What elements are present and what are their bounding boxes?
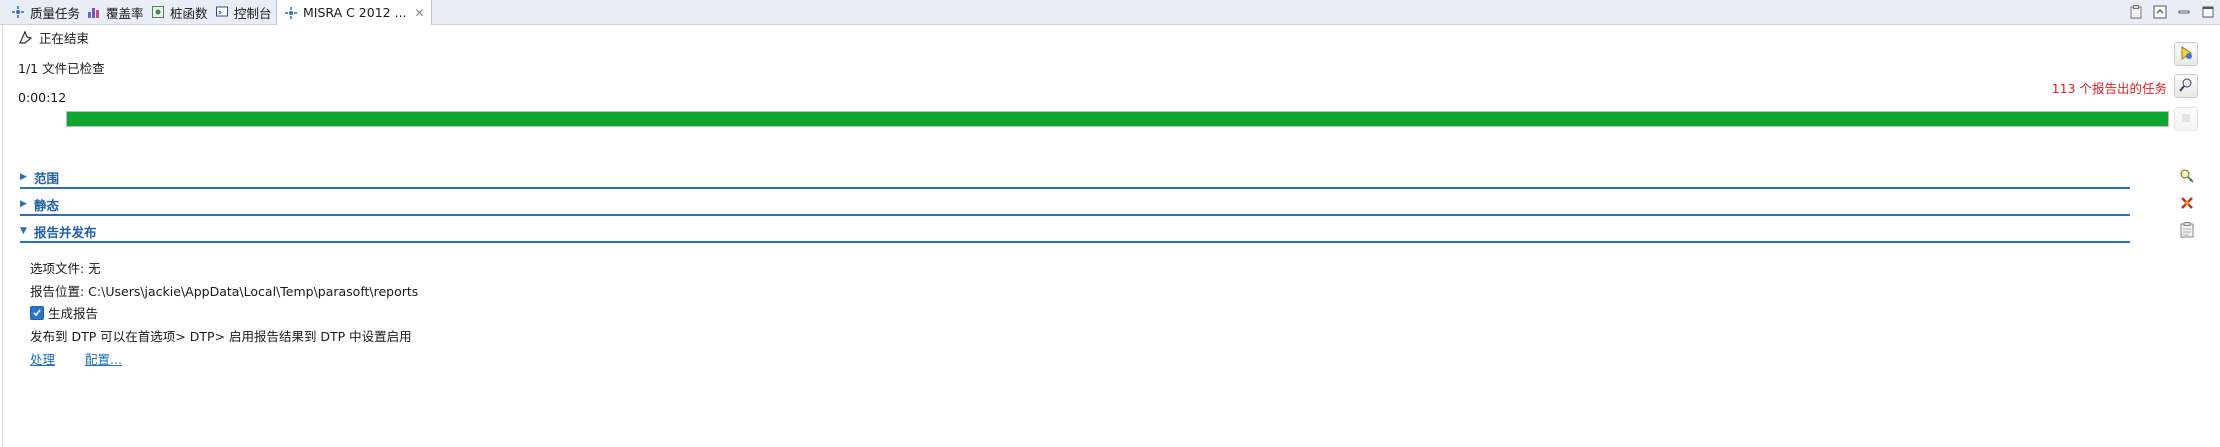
tab-label: MISRA C 2012 ... xyxy=(303,5,407,20)
stop-button[interactable] xyxy=(2174,107,2198,131)
coverage-icon xyxy=(86,4,102,20)
stub-icon xyxy=(150,4,166,20)
tab-console[interactable]: 控制台 xyxy=(208,0,278,24)
report-location-text: 报告位置: C:\Users\jackie\AppData\Local\Temp… xyxy=(30,284,419,299)
tab-misra[interactable]: MISRA C 2012 ... ✕ xyxy=(276,0,432,25)
status-row: 正在结束 xyxy=(18,28,89,47)
tab-coverage[interactable]: 覆盖率 xyxy=(80,0,150,24)
run-icon xyxy=(2178,45,2194,64)
files-checked-row: 1/1 文件已检查 xyxy=(18,58,105,77)
clipboard-icon[interactable] xyxy=(2128,4,2144,20)
status-text: 正在结束 xyxy=(39,31,90,46)
generate-report-checkbox[interactable] xyxy=(30,305,44,320)
section-static[interactable]: ▶ 静态 xyxy=(20,194,2130,216)
files-checked-text: 1/1 文件已检查 xyxy=(18,61,105,76)
elapsed-row: 0:00:12 xyxy=(18,90,66,105)
generate-report-label: 生成报告 xyxy=(48,306,99,321)
progress-fill xyxy=(67,112,2168,126)
tab-label: 控制台 xyxy=(234,5,272,21)
tab-label: 质量任务 xyxy=(30,5,81,21)
tab-quality-tasks[interactable]: 质量任务 xyxy=(4,0,86,24)
section-label: 报告并发布 xyxy=(34,224,97,240)
tab-label: 覆盖率 xyxy=(106,5,144,21)
maximize-icon[interactable] xyxy=(2200,4,2216,20)
restore-icon[interactable] xyxy=(2152,4,2168,20)
elapsed-time: 0:00:12 xyxy=(18,90,67,105)
reported-tasks-link[interactable]: 113 个报告出的任务 xyxy=(2052,78,2167,97)
misra-icon xyxy=(283,5,299,21)
section-label: 静态 xyxy=(34,197,60,213)
run-button[interactable] xyxy=(2174,42,2198,66)
minimize-icon[interactable] xyxy=(2176,4,2192,20)
progress-bar xyxy=(66,111,2169,127)
quality-tasks-icon xyxy=(10,4,26,20)
chevron-down-icon: ▼ xyxy=(20,226,27,236)
key-search-icon[interactable] xyxy=(2178,167,2196,185)
search-tasks-button[interactable] xyxy=(2174,74,2198,98)
tab-stubs[interactable]: 桩函数 xyxy=(144,0,214,24)
chevron-right-icon: ▶ xyxy=(20,199,27,209)
process-link[interactable]: 处理 xyxy=(30,352,55,367)
dtp-note-text: 发布到 DTP 可以在首选项> DTP> 启用报告结果到 DTP 中设置启用 xyxy=(30,329,412,344)
rules-icon[interactable] xyxy=(2178,194,2196,212)
section-label: 范围 xyxy=(34,170,60,186)
section-report-publish[interactable]: ▼ 报告并发布 xyxy=(20,221,2130,243)
links-row: 处理 配置... xyxy=(30,349,122,368)
stop-icon xyxy=(2179,111,2193,128)
options-file-text: 选项文件: 无 xyxy=(30,261,101,276)
generate-report-row[interactable]: 生成报告 xyxy=(30,303,98,322)
view-tab-bar: 质量任务 覆盖率 桩函数 控制台 MISRA C 2012 ... ✕ xyxy=(0,0,2220,25)
tab-label: 桩函数 xyxy=(170,5,208,21)
section-scope[interactable]: ▶ 范围 xyxy=(20,167,2130,189)
chevron-right-icon: ▶ xyxy=(20,172,27,182)
configure-link[interactable]: 配置... xyxy=(85,352,122,367)
finishing-icon xyxy=(18,30,33,45)
console-icon xyxy=(214,4,230,20)
search-icon xyxy=(2178,77,2194,96)
view-toolbar xyxy=(2120,4,2216,20)
report-clipboard-icon[interactable] xyxy=(2178,221,2196,239)
close-icon[interactable]: ✕ xyxy=(415,6,425,20)
